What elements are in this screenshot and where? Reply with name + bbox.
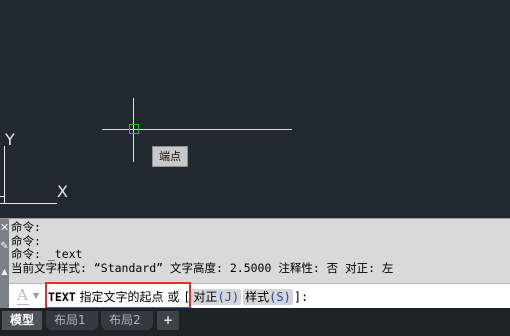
option-justify-key: (J) bbox=[217, 290, 240, 304]
snap-tooltip: 端点 bbox=[152, 146, 188, 167]
ucs-y-label: Y bbox=[5, 130, 15, 149]
command-prompt[interactable]: TEXT 指定文字的起点 或 [对正(J) 样式(S)]: bbox=[48, 288, 308, 305]
chevron-up-icon[interactable]: ▲ bbox=[0, 267, 9, 276]
command-panel-handle[interactable]: ✕ ✎ ▲ bbox=[0, 219, 9, 309]
history-line: 当前文字样式: “Standard” 文字高度: 2.5000 注释性: 否 对… bbox=[11, 260, 394, 275]
tab-model[interactable]: 模型 bbox=[2, 311, 42, 330]
chevron-down-icon[interactable]: ▼ bbox=[33, 291, 39, 300]
history-line: 命令: _text bbox=[11, 247, 83, 262]
ucs-x-axis bbox=[0, 203, 57, 204]
history-line: 命令: bbox=[11, 233, 41, 248]
tab-layout2[interactable]: 布局2 bbox=[101, 311, 153, 330]
layout-tab-bar: 模型 布局1 布局2 + bbox=[0, 308, 510, 336]
option-style-key: (S) bbox=[269, 290, 291, 304]
option-style[interactable]: 样式(S) bbox=[243, 289, 293, 305]
option-justify-label: 对正 bbox=[193, 290, 218, 304]
options-close-bracket: ]: bbox=[293, 290, 309, 304]
history-line: 命令: bbox=[11, 220, 41, 234]
add-layout-button[interactable]: + bbox=[157, 311, 179, 330]
prompt-command-name: TEXT bbox=[48, 290, 76, 304]
tab-layout1[interactable]: 布局1 bbox=[46, 311, 98, 330]
close-icon[interactable]: ✕ bbox=[0, 222, 9, 233]
option-justify[interactable]: 对正(J) bbox=[191, 289, 242, 305]
command-input-bar[interactable]: A ▼ TEXT 指定文字的起点 或 [对正(J) 样式(S)]: bbox=[9, 282, 510, 309]
ucs-origin-box bbox=[0, 196, 5, 197]
drawing-area[interactable]: 端点 Y X bbox=[0, 0, 510, 218]
ucs-x-label: X bbox=[57, 182, 68, 201]
wrench-icon[interactable]: ✎ bbox=[0, 241, 9, 252]
options-open-bracket: [ bbox=[183, 290, 191, 304]
command-history: 命令: 命令: 命令: _text 当前文字样式: “Standard” 文字高… bbox=[11, 220, 504, 275]
option-style-label: 样式 bbox=[245, 290, 270, 304]
endpoint-snap-marker bbox=[129, 124, 139, 134]
text-a-icon[interactable]: A bbox=[17, 286, 29, 305]
prompt-text: 指定文字的起点 或 bbox=[79, 290, 180, 304]
